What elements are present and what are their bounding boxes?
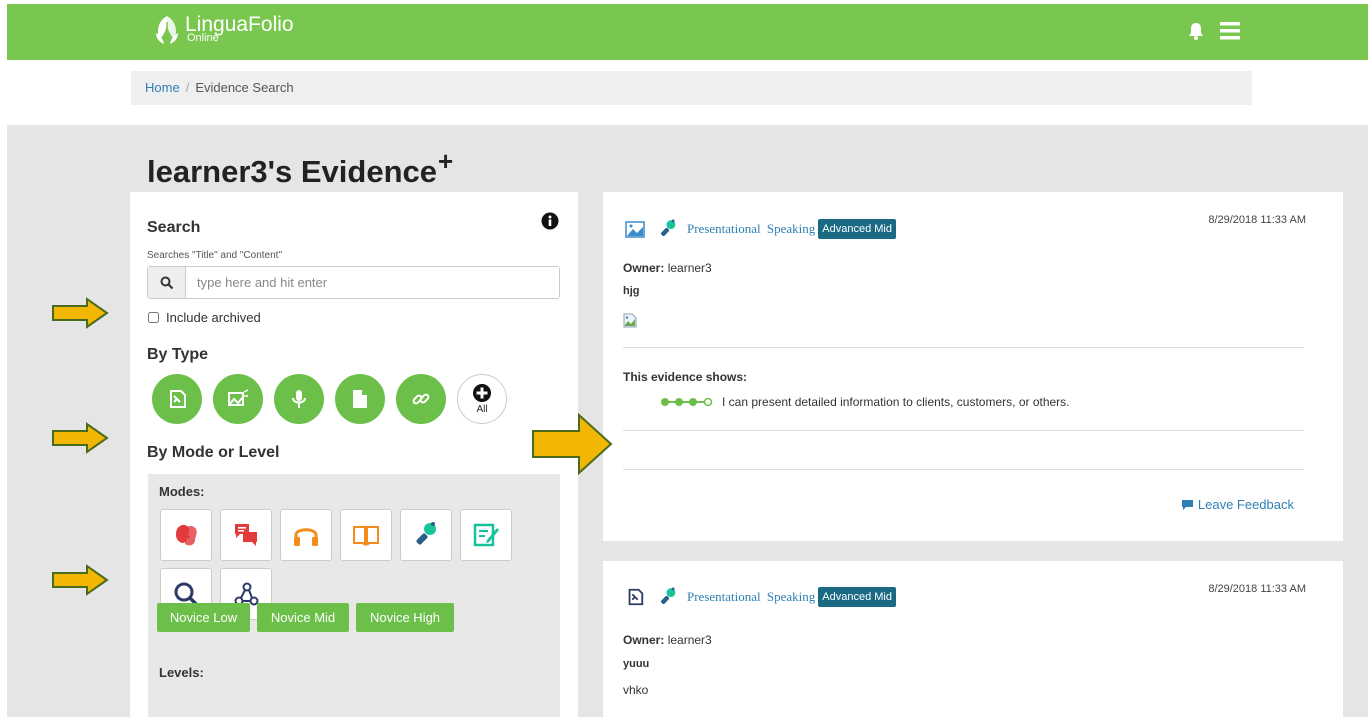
owner-value: learner3 bbox=[667, 633, 712, 647]
progress-dots-icon bbox=[661, 397, 713, 407]
open-book-icon bbox=[353, 526, 379, 546]
leave-feedback-link[interactable]: Leave Feedback bbox=[1181, 497, 1294, 512]
level-badge: Advanced Mid bbox=[818, 219, 896, 239]
mode-interpretive-reading[interactable] bbox=[340, 509, 392, 561]
annotation-arrow-icon bbox=[532, 413, 613, 475]
search-heading: Search bbox=[147, 219, 201, 236]
type-image-button[interactable] bbox=[213, 374, 263, 424]
mode-interpersonal-writing[interactable] bbox=[220, 509, 272, 561]
annotation-arrow-icon bbox=[52, 297, 109, 329]
breadcrumb-current: Evidence Search bbox=[195, 80, 294, 95]
top-navbar: LinguaFolio Online bbox=[7, 4, 1368, 60]
breadcrumb: Home / Evidence Search bbox=[131, 71, 1252, 105]
presentational-speaking-icon bbox=[661, 219, 676, 236]
type-file-button[interactable] bbox=[335, 374, 385, 424]
include-archived-option[interactable]: Include archived bbox=[148, 310, 261, 325]
info-icon[interactable] bbox=[541, 212, 559, 230]
interpersonal-speaking-icon bbox=[176, 524, 197, 546]
add-evidence-button[interactable]: + bbox=[438, 146, 453, 176]
broken-image-icon bbox=[623, 313, 637, 328]
type-all-button[interactable]: All bbox=[457, 374, 507, 424]
by-mode-heading: By Mode or Level bbox=[147, 444, 280, 461]
evidence-date: 8/29/2018 11:33 AM bbox=[1208, 583, 1306, 595]
mode-interpersonal-speaking[interactable] bbox=[160, 509, 212, 561]
owner-label: Owner: bbox=[623, 261, 665, 275]
leave-feedback-label: Leave Feedback bbox=[1197, 497, 1294, 512]
level-novice-high[interactable]: Novice High bbox=[356, 603, 454, 632]
mode-interpretive-listening[interactable] bbox=[280, 509, 332, 561]
evidence-owner: Owner: learner3 bbox=[623, 261, 712, 275]
search-filter-panel: Search Searches "Title" and "Content" In… bbox=[130, 192, 578, 717]
type-all-label: All bbox=[476, 404, 488, 415]
level-novice-low[interactable]: Novice Low bbox=[157, 603, 250, 632]
search-input[interactable] bbox=[186, 267, 559, 298]
interpersonal-writing-icon bbox=[235, 524, 257, 546]
evidence-title: hjg bbox=[623, 285, 640, 297]
annotation-arrow-icon bbox=[52, 422, 109, 454]
evidence-owner: Owner: learner3 bbox=[623, 633, 712, 647]
evidence-mode-link[interactable]: Presentational Speaking bbox=[687, 221, 815, 237]
breadcrumb-home-link[interactable]: Home bbox=[145, 80, 180, 95]
page-title: learner3's Evidence+ bbox=[147, 146, 453, 190]
mode-presentational-speaking[interactable] bbox=[400, 509, 452, 561]
evidence-title: yuuu bbox=[623, 658, 650, 670]
can-do-statement: I can present detailed information to cl… bbox=[660, 395, 1070, 409]
evidence-card: Presentational Speaking Advanced Mid 8/2… bbox=[603, 561, 1343, 717]
search-hint: Searches "Title" and "Content" bbox=[147, 250, 283, 261]
file-icon bbox=[353, 390, 367, 408]
type-text-button[interactable] bbox=[152, 374, 202, 424]
evidence-body: vhko bbox=[623, 683, 649, 697]
leaf-logo-icon bbox=[156, 16, 178, 44]
search-addon bbox=[148, 267, 186, 298]
image-icon bbox=[228, 389, 249, 406]
divider bbox=[623, 430, 1304, 431]
breadcrumb-separator: / bbox=[185, 80, 190, 95]
logo[interactable]: LinguaFolio Online bbox=[152, 13, 294, 45]
modes-label: Modes: bbox=[159, 484, 205, 499]
evidence-header: Presentational Speaking Advanced Mid bbox=[625, 586, 896, 608]
annotation-arrow-icon bbox=[52, 564, 109, 596]
type-audio-button[interactable] bbox=[274, 374, 324, 424]
microphone-icon bbox=[292, 390, 306, 408]
by-type-heading: By Type bbox=[147, 346, 209, 363]
comment-icon bbox=[1181, 499, 1193, 510]
level-badge: Advanced Mid bbox=[818, 587, 896, 607]
type-link-button[interactable] bbox=[396, 374, 446, 424]
presentational-writing-icon bbox=[473, 523, 499, 547]
divider bbox=[623, 347, 1304, 348]
levels-label: Levels: bbox=[159, 665, 204, 680]
evidence-shows-heading: This evidence shows: bbox=[623, 370, 748, 384]
evidence-card: Presentational Speaking Advanced Mid 8/2… bbox=[603, 192, 1343, 541]
divider bbox=[623, 469, 1304, 470]
hamburger-menu-icon[interactable] bbox=[1219, 20, 1241, 42]
evidence-mode-link[interactable]: Presentational Speaking bbox=[687, 589, 815, 605]
include-archived-checkbox[interactable] bbox=[148, 312, 159, 323]
bell-icon[interactable] bbox=[1187, 21, 1205, 41]
owner-label: Owner: bbox=[623, 633, 665, 647]
page-title-text: learner3's Evidence bbox=[147, 154, 437, 189]
plus-circle-icon bbox=[473, 384, 491, 402]
search-icon bbox=[160, 276, 173, 289]
can-do-text: I can present detailed information to cl… bbox=[722, 395, 1070, 409]
include-archived-label: Include archived bbox=[166, 310, 261, 325]
image-icon bbox=[625, 221, 645, 238]
owner-value: learner3 bbox=[667, 261, 712, 275]
level-novice-mid[interactable]: Novice Mid bbox=[257, 603, 349, 632]
link-icon bbox=[412, 393, 430, 405]
search-field bbox=[147, 266, 560, 299]
evidence-date: 8/29/2018 11:33 AM bbox=[1208, 214, 1306, 226]
evidence-header: Presentational Speaking Advanced Mid bbox=[625, 218, 896, 240]
headphones-icon bbox=[294, 528, 318, 546]
text-icon bbox=[170, 390, 186, 408]
presentational-speaking-icon bbox=[416, 522, 436, 545]
mode-presentational-writing[interactable] bbox=[460, 509, 512, 561]
text-icon bbox=[628, 588, 644, 606]
mode-level-filter-box: Modes: Levels: bbox=[148, 474, 560, 717]
presentational-speaking-icon bbox=[661, 587, 676, 604]
